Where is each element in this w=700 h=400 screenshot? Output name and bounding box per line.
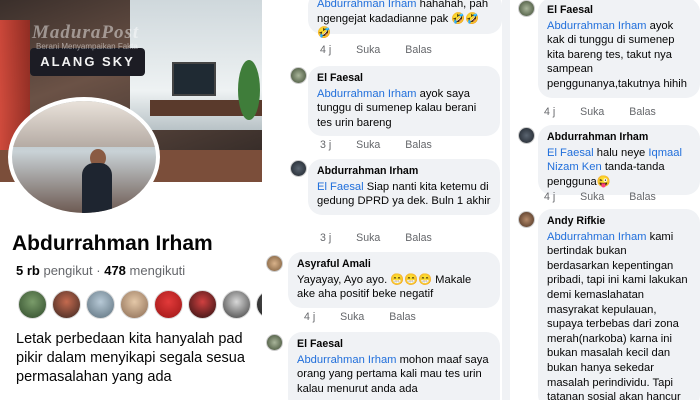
friend-avatar[interactable] (52, 290, 81, 319)
reply-link[interactable]: Balas (405, 139, 432, 151)
profile-avatar[interactable] (8, 97, 160, 217)
comment-meta: 4 j Suka Balas (304, 311, 438, 323)
like-link[interactable]: Suka (580, 191, 604, 203)
comment-bubble: Abdurrahman Irham El Faesal Siap nanti k… (308, 159, 500, 215)
comment-time[interactable]: 3 j (320, 232, 331, 244)
like-link[interactable]: Suka (580, 106, 604, 118)
avatar-person (82, 163, 112, 213)
comment-bubble: Asyraful Amali Yayayay, Ayo ayo. 😁😁😁 Mak… (288, 252, 500, 308)
comment-meta: 4 j Suka Balas (544, 106, 678, 118)
comment-text: kami bertindak bukan berdasarkan kepenti… (547, 230, 688, 400)
friend-avatar[interactable] (154, 290, 183, 319)
bio-line: pikir dalam menyikapi segala sesua (16, 350, 245, 366)
profile-stats: 5 rb pengikut · 478 mengikuti (16, 263, 185, 278)
comment-bubble: Abdurrahman Irham El Faesal halu neye Iq… (538, 125, 700, 196)
comment-meta: 3 j Suka Balas (320, 139, 454, 151)
reply-link[interactable]: Balas (389, 311, 416, 323)
comment-mention[interactable]: El Faesal (547, 147, 594, 159)
friend-avatar[interactable] (222, 290, 251, 319)
commenter-avatar[interactable] (266, 255, 283, 272)
comment-author[interactable]: El Faesal (297, 337, 491, 352)
comment-text: Yayayay, Ayo ayo. 😁😁😁 Makale ake aha pos… (297, 273, 472, 301)
reply-link[interactable]: Balas (629, 106, 656, 118)
comment-mention[interactable]: Abdurrahman Irham (547, 20, 647, 32)
watermark-logo: MaduraPost (32, 22, 140, 43)
stats-separator: · (96, 263, 101, 278)
watermark-tagline: Berani Menyampaikan Fakta (36, 42, 138, 51)
friend-avatar[interactable] (86, 290, 115, 319)
commenter-avatar[interactable] (290, 67, 307, 84)
comment-meta: 4 j Suka Balas (320, 44, 454, 56)
comment-time[interactable]: 4 j (544, 191, 555, 203)
reply-link[interactable]: Balas (405, 232, 432, 244)
comment-mention[interactable]: Abdurrahman Irham (317, 88, 417, 100)
commenter-avatar[interactable] (518, 127, 535, 144)
comment-meta: 4 j Suka Balas (544, 191, 678, 203)
comments-column-left: Abdurrahman Irham hahahah, pah ngengejat… (262, 0, 502, 400)
comment-mention[interactable]: Abdurrahman Irham (317, 0, 417, 10)
comment-mention[interactable]: Abdurrahman Irham (297, 354, 397, 366)
comment-author[interactable]: Asyraful Amali (297, 257, 491, 272)
like-link[interactable]: Suka (356, 232, 380, 244)
like-link[interactable]: Suka (356, 44, 380, 56)
comment-time[interactable]: 3 j (320, 139, 331, 151)
commenter-avatar[interactable] (290, 160, 307, 177)
followers-label[interactable]: pengikut (43, 263, 92, 278)
cover-monitor (172, 62, 216, 96)
following-count[interactable]: 478 (104, 263, 126, 278)
profile-bio: Letak perbedaan kita hanyalah pad pikir … (16, 330, 262, 387)
bio-line: permasalahan yang ada (16, 369, 172, 385)
comment-mention[interactable]: El Faesal (317, 181, 364, 193)
comment-time[interactable]: 4 j (304, 311, 315, 323)
cover-plant (238, 60, 260, 120)
profile-panel: ALANG SKY MaduraPost Berani Menyampaikan… (0, 0, 262, 400)
like-link[interactable]: Suka (340, 311, 364, 323)
comment-bubble: El Faesal Abdurrahman Irham mohon maaf s… (288, 332, 500, 400)
reply-link[interactable]: Balas (405, 44, 432, 56)
comment-meta: 3 j Suka Balas (320, 232, 454, 244)
comment-author[interactable]: Abdurrahman Irham (317, 164, 491, 179)
comment-mention[interactable]: Abdurrahman Irham (547, 231, 647, 243)
comment-author[interactable]: El Faesal (547, 3, 691, 18)
commenter-avatar[interactable] (518, 0, 535, 17)
avatar-ceiling (12, 101, 156, 147)
comment-author[interactable]: El Faesal (317, 71, 491, 86)
comment-time[interactable]: 4 j (544, 106, 555, 118)
reply-link[interactable]: Balas (629, 191, 656, 203)
profile-name: Abdurrahman Irham (12, 232, 213, 255)
friend-avatar[interactable] (188, 290, 217, 319)
comment-author[interactable]: Andy Rifkie (547, 214, 691, 229)
like-link[interactable]: Suka (356, 139, 380, 151)
following-label[interactable]: mengikuti (130, 263, 186, 278)
commenter-avatar[interactable] (518, 211, 535, 228)
bio-line: Letak perbedaan kita hanyalah pad (16, 331, 243, 347)
column-divider (502, 0, 510, 400)
comment-time[interactable]: 4 j (320, 44, 331, 56)
comments-column-right: El Faesal Abdurrahman Irham ayok kak di … (510, 0, 700, 400)
friend-avatar[interactable] (120, 290, 149, 319)
comment-text-mid: halu neye (593, 146, 649, 159)
comment-bubble: El Faesal Abdurrahman Irham ayok saya tu… (308, 66, 500, 137)
friend-avatar[interactable] (18, 290, 47, 319)
comment-bubble: El Faesal Abdurrahman Irham ayok kak di … (538, 0, 700, 98)
commenter-avatar[interactable] (266, 334, 283, 351)
cover-sign: ALANG SKY (30, 48, 145, 76)
comment-bubble: Andy Rifkie Abdurrahman Irham kami berti… (538, 209, 700, 400)
comment-author[interactable]: Abdurrahman Irham (547, 130, 691, 145)
comment-bubble: Abdurrahman Irham hahahah, pah ngengejat… (308, 0, 502, 39)
followers-count[interactable]: 5 rb (16, 263, 40, 278)
